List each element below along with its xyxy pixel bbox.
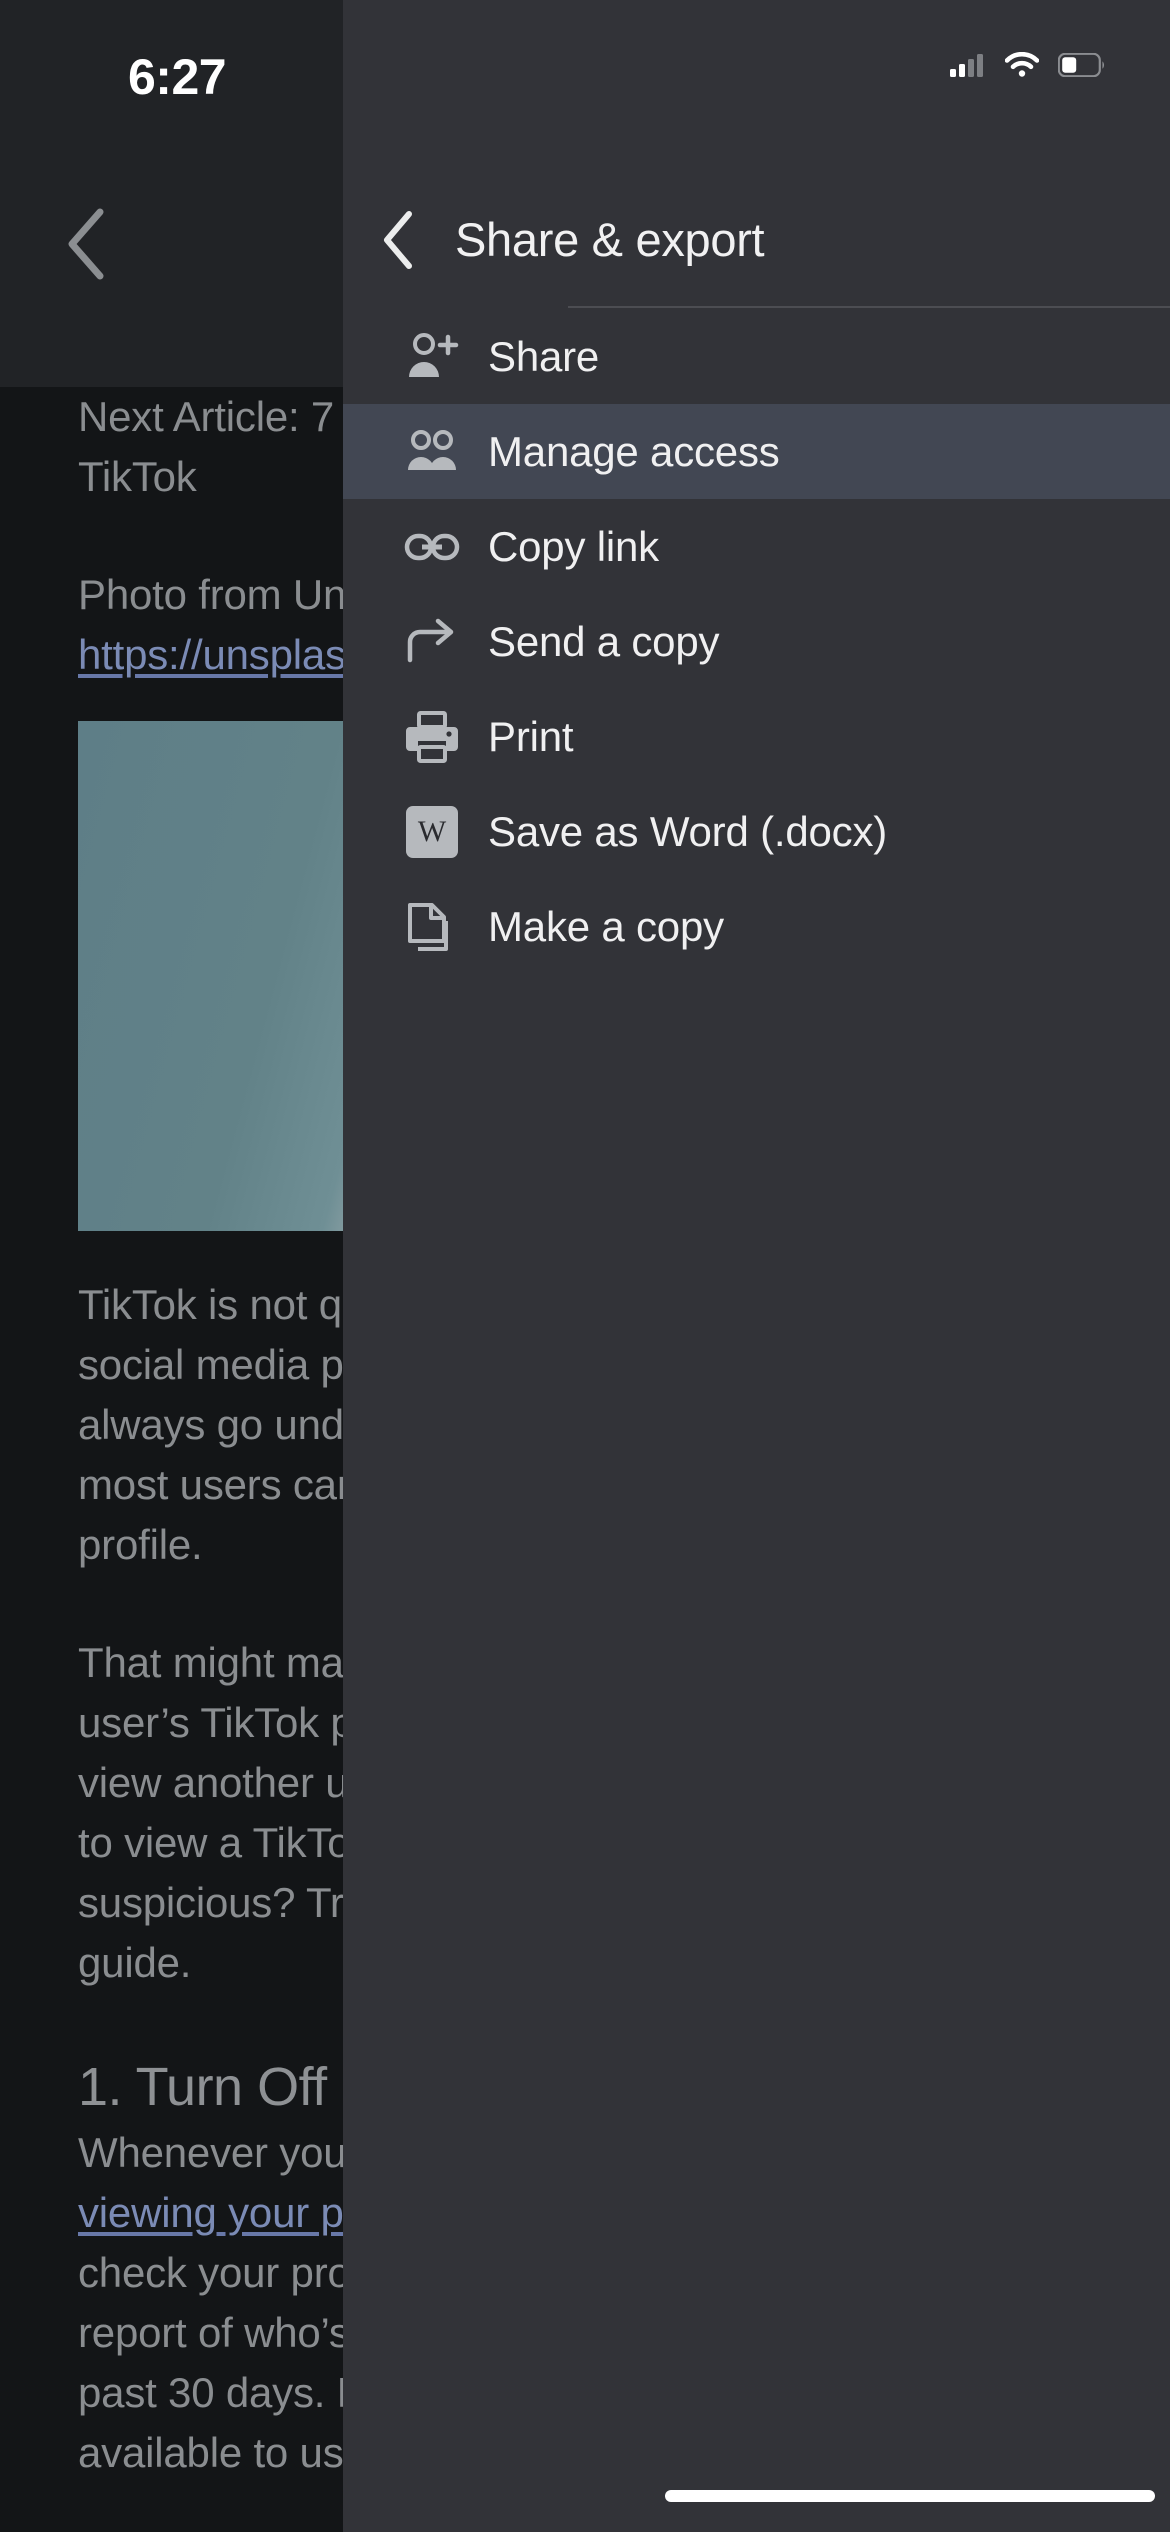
menu-item-copy-link[interactable]: Copy link xyxy=(343,499,1170,594)
panel-title: Share & export xyxy=(455,212,764,267)
back-chevron-icon[interactable] xyxy=(62,204,112,284)
menu-item-label: Copy link xyxy=(488,523,659,571)
word-badge-letter: W xyxy=(406,806,458,858)
back-chevron-icon xyxy=(379,208,419,272)
copy-document-icon xyxy=(376,899,488,955)
share-menu-list: Share Manage access Copy link Send a copy Pr… xyxy=(343,309,1170,974)
panel-back-button[interactable] xyxy=(343,208,455,272)
menu-item-save-as-word-docx[interactable]: W Save as Word (.docx) xyxy=(343,784,1170,879)
menu-item-share[interactable]: Share xyxy=(343,309,1170,404)
phone-screen: Next Article: 7 HTikTokPhoto from Unshtt… xyxy=(0,0,1170,2532)
person-add-icon xyxy=(376,329,488,385)
printer-icon xyxy=(376,709,488,765)
people-icon xyxy=(376,424,488,480)
menu-item-manage-access[interactable]: Manage access xyxy=(343,404,1170,499)
cellular-signal-icon xyxy=(950,53,986,77)
menu-item-make-a-copy[interactable]: Make a copy xyxy=(343,879,1170,974)
panel-header: Share & export xyxy=(343,183,1170,296)
home-indicator[interactable] xyxy=(665,2490,1155,2502)
link-icon xyxy=(376,519,488,575)
menu-item-label: Save as Word (.docx) xyxy=(488,808,887,856)
status-bar-icons xyxy=(950,52,1106,77)
battery-icon xyxy=(1058,53,1106,77)
menu-item-label: Send a copy xyxy=(488,618,719,666)
share-export-panel: Share & export Share Manage access Copy li… xyxy=(343,0,1170,2532)
menu-item-label: Make a copy xyxy=(488,903,724,951)
status-bar xyxy=(343,0,1170,120)
menu-item-label: Print xyxy=(488,713,573,761)
word-document-icon: W xyxy=(376,806,488,858)
menu-item-label: Share xyxy=(488,333,599,381)
status-bar-time: 6:27 xyxy=(128,48,226,106)
menu-item-send-a-copy[interactable]: Send a copy xyxy=(343,594,1170,689)
menu-item-label: Manage access xyxy=(488,428,780,476)
forward-arrow-icon xyxy=(376,614,488,670)
menu-item-print[interactable]: Print xyxy=(343,689,1170,784)
header-divider xyxy=(568,306,1170,308)
wifi-icon xyxy=(1005,52,1039,77)
